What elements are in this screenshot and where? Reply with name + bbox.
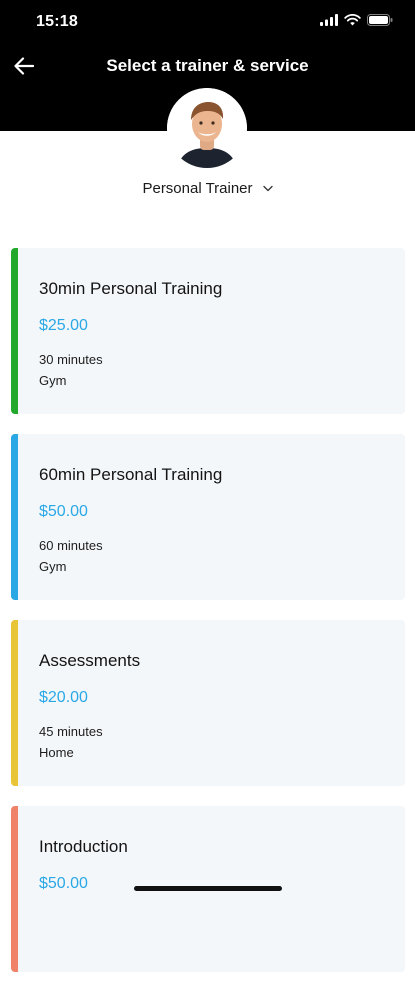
- service-duration: 45 minutes: [39, 724, 103, 739]
- trainer-avatar[interactable]: [167, 88, 247, 168]
- trainer-dropdown[interactable]: Personal Trainer: [0, 180, 415, 197]
- service-title: Introduction: [39, 837, 128, 856]
- wifi-icon: [344, 14, 361, 26]
- service-price: $25.00: [39, 317, 88, 334]
- service-list: 30min Personal Training $25.00 30 minute…: [11, 248, 405, 992]
- signal-icon: [320, 14, 338, 26]
- status-bar: 15:18: [0, 0, 415, 44]
- service-price: $20.00: [39, 689, 88, 706]
- service-location: Gym: [39, 559, 67, 574]
- chevron-down-icon: [262, 185, 273, 192]
- card-accent: [11, 434, 18, 600]
- service-card[interactable]: 30min Personal Training $25.00 30 minute…: [11, 248, 405, 414]
- status-time: 15:18: [36, 13, 78, 30]
- service-duration: 30 minutes: [39, 352, 103, 367]
- service-title: 60min Personal Training: [39, 465, 223, 484]
- status-icons: [320, 14, 393, 26]
- card-accent: [11, 620, 18, 786]
- service-title: Assessments: [39, 651, 141, 670]
- service-price: $50.00: [39, 503, 88, 520]
- service-card[interactable]: Assessments $20.00 45 minutes Home: [11, 620, 405, 786]
- page-title: Select a trainer & service: [106, 56, 309, 75]
- service-title: 30min Personal Training: [39, 279, 223, 298]
- card-accent: [11, 248, 18, 414]
- service-card[interactable]: 60min Personal Training $50.00 60 minute…: [11, 434, 405, 600]
- nav-bar: Select a trainer & service: [0, 44, 415, 88]
- home-indicator: [134, 886, 282, 891]
- service-duration: 60 minutes: [39, 538, 103, 553]
- card-accent: [11, 806, 18, 972]
- service-price: $50.00: [39, 875, 88, 892]
- trainer-name: Personal Trainer: [142, 180, 253, 197]
- service-location: Home: [39, 745, 74, 760]
- battery-icon: [367, 14, 393, 26]
- service-location: Gym: [39, 373, 67, 388]
- trainer-photo: [167, 88, 247, 168]
